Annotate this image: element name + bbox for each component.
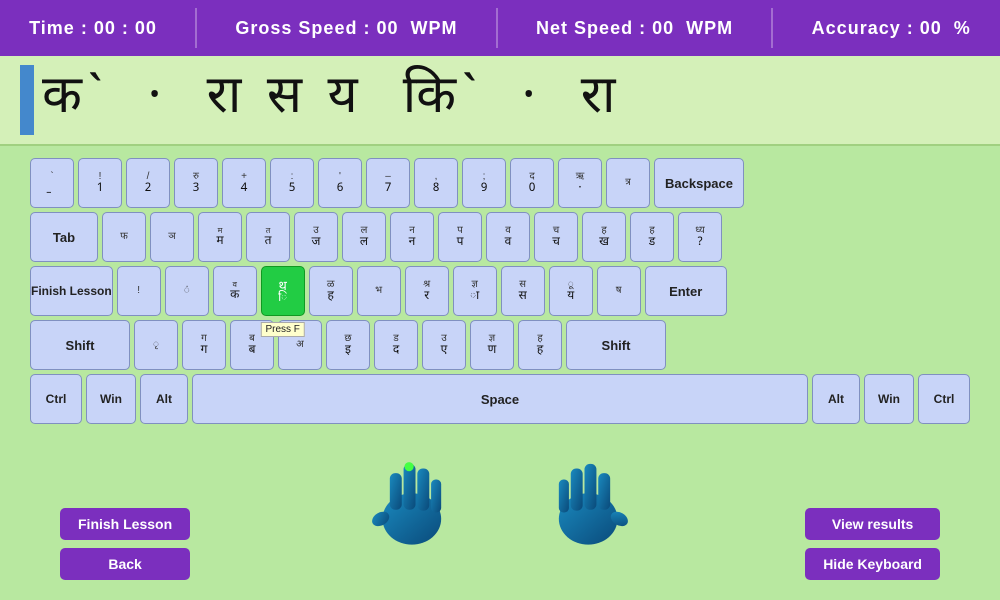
key-d[interactable]: वक <box>213 266 257 316</box>
bottom-buttons: Finish Lesson Back View results Hide Key… <box>0 508 1000 580</box>
key-h[interactable]: भ <box>357 266 401 316</box>
key-3[interactable]: रु3 <box>174 158 218 208</box>
key-ctrl-right[interactable]: Ctrl <box>918 374 970 424</box>
key-m[interactable]: उए <box>422 320 466 370</box>
back-button[interactable]: Back <box>60 548 190 580</box>
key-r[interactable]: तत <box>246 212 290 262</box>
key-x[interactable]: गग <box>182 320 226 370</box>
keyboard-row-4: Shift ृ गग बब अ छइ डद उए ज्ञण हह Shift <box>30 320 970 370</box>
key-comma[interactable]: ज्ञण <box>470 320 514 370</box>
key-j[interactable]: श्रर <box>405 266 449 316</box>
text-display: क` · रा स य कि` · रा <box>0 56 1000 146</box>
keyboard-row-1: `॒ !1 /2 रु3 +4 :5 '6 –7 ,8 ;9 द0 ऋ· त्र… <box>30 158 970 208</box>
keyboard-row-2: Tab फ ञ मम तत उज लल नन पप वव चच हख हड ध्… <box>30 212 970 262</box>
key-backspace[interactable]: Backspace <box>654 158 744 208</box>
key-w[interactable]: ञ <box>150 212 194 262</box>
key-alt-left[interactable]: Alt <box>140 374 188 424</box>
key-ctrl-left[interactable]: Ctrl <box>30 374 82 424</box>
key-o[interactable]: वव <box>486 212 530 262</box>
key-k[interactable]: ज्ञा <box>453 266 497 316</box>
key-i[interactable]: पप <box>438 212 482 262</box>
view-results-button[interactable]: View results <box>805 508 940 540</box>
key-space[interactable]: Space <box>192 374 808 424</box>
key-alt-right[interactable]: Alt <box>812 374 860 424</box>
key-shift-right[interactable]: Shift <box>566 320 666 370</box>
key-b[interactable]: छइ <box>326 320 370 370</box>
text-cursor <box>20 65 34 135</box>
net-speed-stat: Net Speed : 00 WPM <box>536 18 733 39</box>
key-v[interactable]: अ <box>278 320 322 370</box>
key-win-right[interactable]: Win <box>864 374 914 424</box>
key-semicolon[interactable]: ूय <box>549 266 593 316</box>
key-0[interactable]: द0 <box>510 158 554 208</box>
finish-lesson-button[interactable]: Finish Lesson <box>60 508 190 540</box>
key-2[interactable]: /2 <box>126 158 170 208</box>
key-f-highlighted[interactable]: थ ि Press F <box>261 266 305 316</box>
key-c[interactable]: बब <box>230 320 274 370</box>
key-1[interactable]: !1 <box>78 158 122 208</box>
key-5[interactable]: :5 <box>270 158 314 208</box>
key-a[interactable]: ! <box>117 266 161 316</box>
key-q[interactable]: फ <box>102 212 146 262</box>
key-backslash[interactable]: ध्य? <box>678 212 722 262</box>
key-g[interactable]: ळह <box>309 266 353 316</box>
key-bracket-close[interactable]: हड <box>630 212 674 262</box>
key-4[interactable]: +4 <box>222 158 266 208</box>
key-z[interactable]: ृ <box>134 320 178 370</box>
keyboard-container: `॒ !1 /2 रु3 +4 :5 '6 –7 ,8 ;9 द0 ऋ· त्र… <box>0 146 1000 436</box>
key-n[interactable]: डद <box>374 320 418 370</box>
key-shift-left[interactable]: Shift <box>30 320 130 370</box>
key-p[interactable]: चच <box>534 212 578 262</box>
key-6[interactable]: '6 <box>318 158 362 208</box>
key-period[interactable]: हह <box>518 320 562 370</box>
key-quote[interactable]: ष <box>597 266 641 316</box>
right-button-group: View results Hide Keyboard <box>805 508 940 580</box>
hindi-text-display: क` · रा स य कि` · रा <box>42 74 621 126</box>
stat-divider-3 <box>771 8 773 48</box>
key-u[interactable]: नन <box>390 212 434 262</box>
accuracy-stat: Accuracy : 00 % <box>812 18 971 39</box>
key-7[interactable]: –7 <box>366 158 410 208</box>
key-minus[interactable]: ऋ· <box>558 158 602 208</box>
key-8[interactable]: ,8 <box>414 158 458 208</box>
key-backtick[interactable]: `॒ <box>30 158 74 208</box>
gross-speed-stat: Gross Speed : 00 WPM <box>235 18 457 39</box>
stats-bar: Time : 00 : 00 Gross Speed : 00 WPM Net … <box>0 0 1000 56</box>
key-equals[interactable]: त्र <box>606 158 650 208</box>
key-enter[interactable]: Enter <box>645 266 727 316</box>
key-y[interactable]: लल <box>342 212 386 262</box>
key-l[interactable]: सस <box>501 266 545 316</box>
key-t[interactable]: उज <box>294 212 338 262</box>
time-stat: Time : 00 : 00 <box>29 18 157 39</box>
key-capslock[interactable]: Finish Lesson <box>30 266 113 316</box>
left-button-group: Finish Lesson Back <box>60 508 190 580</box>
stat-divider-1 <box>195 8 197 48</box>
key-win-left[interactable]: Win <box>86 374 136 424</box>
key-tab[interactable]: Tab <box>30 212 98 262</box>
key-e[interactable]: मम <box>198 212 242 262</box>
hide-keyboard-button[interactable]: Hide Keyboard <box>805 548 940 580</box>
key-9[interactable]: ;9 <box>462 158 506 208</box>
key-s[interactable]: ं <box>165 266 209 316</box>
stat-divider-2 <box>496 8 498 48</box>
keyboard-row-3: Finish Lesson ! ं वक थ ि Press F ळह भ श्… <box>30 266 970 316</box>
keyboard-row-5: Ctrl Win Alt Space Alt Win Ctrl <box>30 374 970 424</box>
key-bracket-open[interactable]: हख <box>582 212 626 262</box>
